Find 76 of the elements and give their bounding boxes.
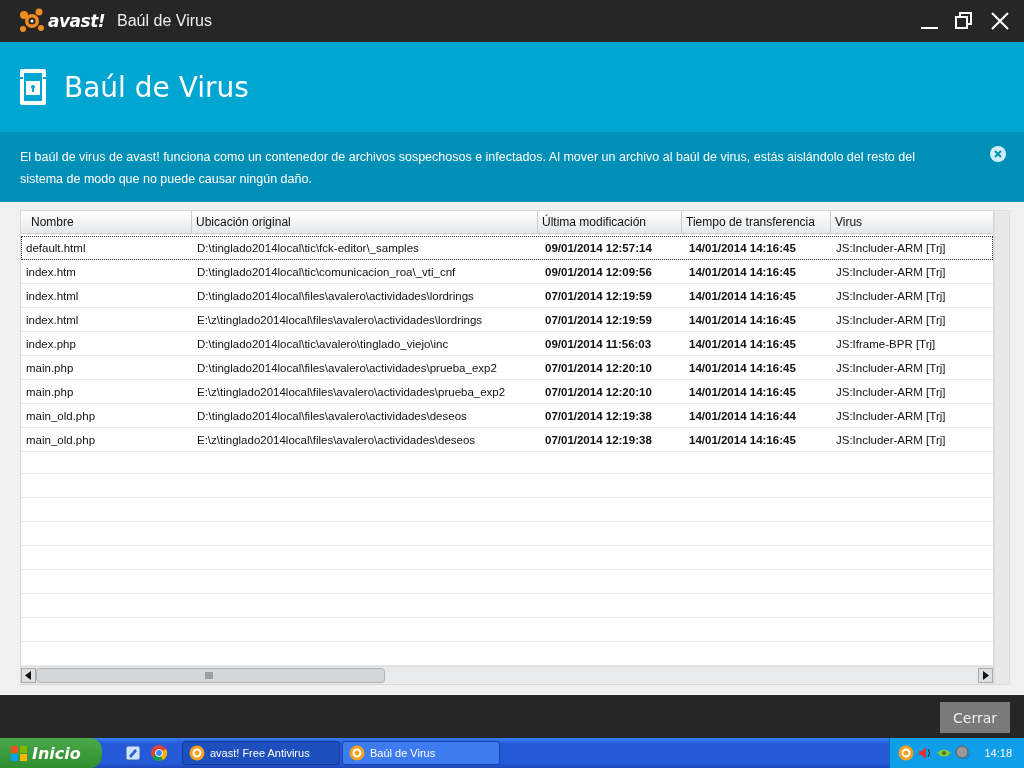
close-button[interactable] (990, 11, 1010, 31)
column-header[interactable]: Última modificación (537, 211, 681, 233)
table-cell-text: 14/01/2014 14:16:45 (688, 433, 797, 446)
table-cell-text: D:\tinglado2014local\tic\comunicacion_roa\_vti_cnf (196, 265, 457, 278)
window-title: Baúl de Virus (117, 12, 212, 30)
vertical-scrollbar[interactable] (994, 210, 1010, 685)
table-cell-text: 14/01/2014 14:16:45 (688, 361, 797, 374)
taskbar-button[interactable]: avast! Free Antivirus (182, 741, 340, 765)
table-cell-text: 07/01/2014 12:20:10 (544, 361, 653, 374)
table-cell-text: index.html (25, 313, 80, 326)
app-icon (349, 745, 365, 761)
table-cell-text: main_old.php (25, 409, 97, 422)
horizontal-scrollbar[interactable] (21, 666, 993, 684)
column-header[interactable]: Virus (830, 211, 993, 233)
table-cell-text: main.php (25, 361, 75, 374)
info-text: El baúl de virus de avast! funciona como un contenedor de archivos sospechosos e infectados. Al mover un archivo al baúl de virus, estás aislándolo del resto del sistema de modo que no puede causar ningún daño. (20, 149, 916, 188)
table-cell-text: 07/01/2014 12:19:38 (544, 433, 653, 446)
table-cell-text: JS:Includer-ARM [Trj] (835, 361, 947, 374)
desktop-shortcut-icon (124, 744, 142, 762)
table-cell-text: D:\tinglado2014local\tic\fck-editor\_samples (196, 241, 420, 254)
taskbar-button[interactable]: Baúl de Virus (342, 741, 500, 765)
table-cell-text: 14/01/2014 14:16:44 (688, 409, 797, 422)
minimize-icon (921, 27, 938, 29)
table-cell-text: 14/01/2014 14:16:45 (688, 241, 797, 254)
maximize-icon (954, 11, 974, 31)
table-cell-text: D:\tinglado2014local\tic\avalero\tinglado_viejo\inc (196, 337, 450, 350)
app-icon (189, 745, 205, 761)
windows-logo-icon (10, 744, 28, 762)
table-cell-text: JS:Includer-ARM [Trj] (835, 433, 947, 446)
table-cell-text: JS:Iframe-BPR [Trj] (835, 337, 937, 350)
close-icon (990, 146, 1006, 162)
table-row[interactable]: default.html D:\tinglado2014local\tic\fck-editor\_samples 09/01/2014 12:57:14 14/01/2014 14:16:45 JS:Includer-ARM [Trj] (21, 236, 993, 260)
table-cell-text: JS:Includer-ARM [Trj] (835, 385, 947, 398)
page-title: Baúl de Virus (64, 70, 249, 104)
close-dialog-button[interactable]: Cerrar (940, 702, 1010, 733)
table-cell-text: JS:Includer-ARM [Trj] (835, 313, 947, 326)
table-cell-text: 14/01/2014 14:16:45 (688, 265, 797, 278)
table-cell-text: D:\tinglado2014local\files\avalero\actividades\lordrings (196, 289, 475, 302)
table-cell-text: 07/01/2014 12:19:59 (544, 289, 653, 302)
clock: 14:18 (984, 747, 1012, 759)
browser-icon (150, 744, 168, 762)
table-cell-text: index.htm (25, 265, 77, 278)
table-cell-text: JS:Includer-ARM [Trj] (835, 409, 947, 422)
table-cell-text: JS:Includer-ARM [Trj] (835, 289, 947, 302)
start-button[interactable]: Inicio (0, 738, 102, 768)
table-cell-text: index.html (25, 289, 80, 302)
app-tray-icon (898, 745, 915, 761)
table-cell-text: 07/01/2014 12:19:38 (544, 409, 653, 422)
table-cell-text: 14/01/2014 14:16:45 (688, 289, 797, 302)
column-header[interactable]: Nombre (21, 211, 191, 233)
table-cell-text: main.php (25, 385, 75, 398)
table-cell-text: 07/01/2014 12:19:59 (544, 313, 653, 326)
table-cell-text: default.html (25, 241, 87, 254)
table-cell-text: 09/01/2014 12:57:14 (544, 241, 653, 254)
column-header[interactable]: Tiempo de transferencia (681, 211, 830, 233)
table-cell-text: 09/01/2014 12:09:56 (544, 265, 653, 278)
table-cell-text: 09/01/2014 11:56:03 (544, 337, 653, 350)
vault-lock-icon (18, 67, 48, 107)
maximize-button[interactable] (954, 11, 974, 31)
table-cell-text: D:\tinglado2014local\files\avalero\actividades\deseos (196, 409, 468, 422)
table-cell-text: E:\z\tinglado2014local\files\avalero\actividades\lordrings (196, 313, 484, 326)
table-cell-text: JS:Includer-ARM [Trj] (835, 241, 947, 254)
logo-icon (18, 7, 46, 35)
table-cell-text: E:\z\tinglado2014local\files\avalero\actividades\prueba_exp2 (196, 385, 507, 398)
table-cell-text: index.php (25, 337, 77, 350)
table-cell-text: 14/01/2014 14:16:45 (688, 313, 797, 326)
table-cell-text: E:\z\tinglado2014local\files\avalero\actividades\deseos (196, 433, 477, 446)
table-cell-text: 14/01/2014 14:16:45 (688, 337, 797, 350)
table-cell-text: JS:Includer-ARM [Trj] (835, 265, 947, 278)
column-header[interactable]: Ubicación original (191, 211, 537, 233)
table-cell-text: main_old.php (25, 433, 97, 446)
close-icon (990, 11, 1010, 31)
table-cell-text: D:\tinglado2014local\files\avalero\actividades\prueba_exp2 (196, 361, 498, 374)
brand-name: avast! (48, 11, 106, 31)
table-cell-text: 14/01/2014 14:16:45 (688, 385, 797, 398)
table-cell-text: 07/01/2014 12:20:10 (544, 385, 653, 398)
